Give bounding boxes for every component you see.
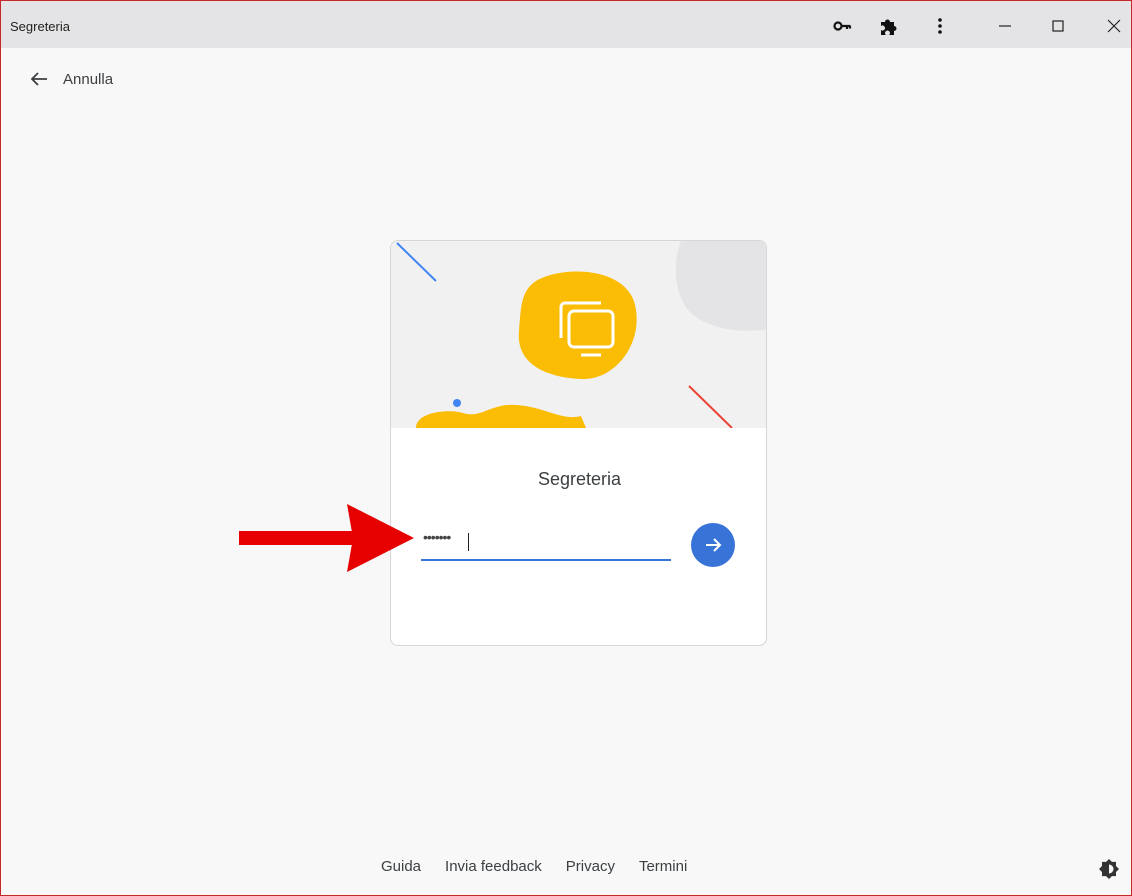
puzzle-icon[interactable]	[877, 15, 899, 37]
profile-name: Segreteria	[537, 469, 622, 489]
annotation-arrow	[239, 504, 414, 572]
cancel-label: Annulla	[63, 70, 114, 88]
text-cursor	[468, 533, 469, 551]
title-bar: Segreteria	[1, 1, 1131, 48]
window-title: Segreteria	[10, 19, 70, 34]
feedback-link[interactable]: Invia feedback	[445, 858, 542, 875]
card-illustration	[391, 241, 766, 428]
theme-toggle-icon[interactable]	[1098, 858, 1120, 880]
password-input[interactable]: •••••••	[421, 525, 671, 561]
privacy-link[interactable]: Privacy	[566, 858, 615, 875]
terms-link[interactable]: Termini	[639, 858, 687, 875]
cancel-back-button[interactable]: Annulla	[29, 69, 113, 89]
submit-button[interactable]	[691, 523, 735, 567]
profile-login-card: Segreteria •••••••	[390, 240, 767, 646]
footer-links: Guida Invia feedback Privacy Termini	[381, 858, 687, 875]
arrow-forward-icon	[706, 538, 722, 552]
more-vert-icon[interactable]	[929, 15, 951, 37]
arrow-back-icon	[30, 72, 47, 86]
help-link[interactable]: Guida	[381, 858, 421, 875]
minimize-icon[interactable]	[994, 15, 1016, 37]
maximize-icon[interactable]	[1047, 15, 1069, 37]
password-value: •••••••	[423, 529, 451, 545]
close-icon[interactable]	[1103, 15, 1125, 37]
key-icon[interactable]	[832, 15, 854, 37]
